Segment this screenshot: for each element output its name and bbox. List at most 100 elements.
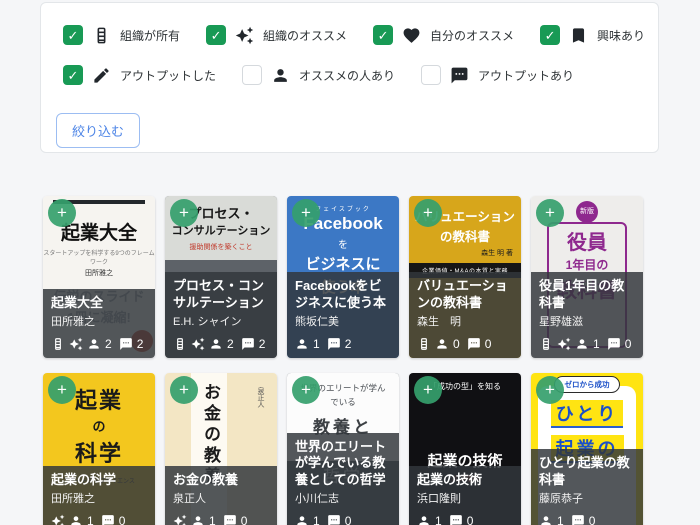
filter-label: 自分のオススメ xyxy=(430,27,514,44)
add-book-button[interactable]: + xyxy=(414,199,442,227)
person-icon xyxy=(435,337,449,351)
people-count: 1 xyxy=(593,338,600,350)
checkbox-org-owned[interactable] xyxy=(63,25,83,45)
cover-text: ひとり xyxy=(551,400,623,428)
person-icon xyxy=(209,337,223,351)
book-overlay: 世界のエリートが学んでいる教養としての哲学小川仁志10 xyxy=(287,433,399,525)
add-book-button[interactable]: + xyxy=(292,376,320,404)
filter-row-1: 組織が所有組織のオススメ自分のオススメ興味あり xyxy=(63,24,638,46)
checkbox-org-recommended[interactable] xyxy=(206,25,226,45)
filter-submit-button[interactable]: 絞り込む xyxy=(56,113,140,148)
add-book-button[interactable]: + xyxy=(536,376,564,404)
people-count: 1 xyxy=(557,515,564,525)
speech-icon xyxy=(327,514,341,525)
add-book-button[interactable]: + xyxy=(536,199,564,227)
sparkle-icon xyxy=(51,514,65,525)
cover-text: 1年目の xyxy=(531,256,643,273)
book-stats: 12 xyxy=(295,336,391,351)
sparkle-icon xyxy=(557,337,571,351)
filter-item-outputted[interactable]: アウトプットした xyxy=(63,65,216,85)
person-icon xyxy=(575,337,589,351)
book-card[interactable]: 世界のエリートが学んでいる教養と哲学+世界のエリートが学んでいる教養としての哲学… xyxy=(287,373,399,525)
people-count: 0 xyxy=(453,338,460,350)
add-book-button[interactable]: + xyxy=(48,376,76,404)
cover-text: 科学 xyxy=(43,436,155,468)
book-card[interactable]: ゼロから成功ひとり起業の+ひとり起業の教科書藤原恭子10 xyxy=(531,373,643,525)
book-card[interactable]: バリュエーションの教科書森生 明 著企業価値・M&Aの本質と実務+バリュエーショ… xyxy=(409,196,521,358)
checkbox-has-recommenders[interactable] xyxy=(242,65,262,85)
person-icon xyxy=(539,514,553,525)
book-title: バリュエーションの教科書 xyxy=(417,278,513,311)
book-title: 役員1年目の教科書 xyxy=(539,278,635,311)
book-card[interactable]: お金の教養泉正人+お金の教養泉正人10 xyxy=(165,373,277,525)
checkbox-my-recommended[interactable] xyxy=(373,25,393,45)
speech-icon xyxy=(101,514,115,525)
book-overlay: 起業の科学田所雅之10 xyxy=(43,466,155,525)
cover-text: を xyxy=(287,236,399,251)
filter-item-org-recommended[interactable]: 組織のオススメ xyxy=(206,25,347,45)
people-count: 1 xyxy=(313,515,320,525)
book-card[interactable]: 起業の科学スタートアップサイエンス+起業の科学田所雅之10 xyxy=(43,373,155,525)
book-author: 小川仁志 xyxy=(295,493,391,506)
book-title: Facebookをビジネスに使う本 xyxy=(295,278,391,311)
book-card[interactable]: 新版役員1年目の教科書+役員1年目の教科書星野雄滋10 xyxy=(531,196,643,358)
book-stats: 10 xyxy=(173,513,269,525)
book-author: 星野雄滋 xyxy=(539,316,635,329)
filter-item-org-owned[interactable]: 組織が所有 xyxy=(63,25,180,45)
book-author: 泉正人 xyxy=(173,493,269,506)
people-count: 2 xyxy=(105,338,112,350)
add-book-button[interactable]: + xyxy=(48,199,76,227)
cover-text: 新版 xyxy=(576,201,598,223)
cover-text: 泉正人 xyxy=(255,387,265,408)
filter-item-interested[interactable]: 興味あり xyxy=(540,25,645,45)
speech-icon xyxy=(327,337,341,351)
book-title: プロセス・コンサルテーション xyxy=(173,278,269,311)
filter-item-has-outputs[interactable]: アウトプットあり xyxy=(421,65,574,85)
book-overlay: 起業の技術浜口隆則10 xyxy=(409,466,521,525)
filter-item-my-recommended[interactable]: 自分のオススメ xyxy=(373,25,514,45)
speech-icon xyxy=(241,337,255,351)
add-book-button[interactable]: + xyxy=(170,376,198,404)
book-card[interactable]: フェイスブックFacebookをビジネスに使う本+Facebookをビジネスに使… xyxy=(287,196,399,358)
filter-panel: 組織が所有 組織のオススメ 自分のオススメ 興味あり アウトプットした オススメの人あり… xyxy=(40,2,659,153)
checkbox-has-outputs[interactable] xyxy=(421,65,441,85)
comments-count: 0 xyxy=(241,515,248,525)
book-title: 世界のエリートが学んでいる教養としての哲学 xyxy=(295,439,391,488)
comments-count: 0 xyxy=(345,515,352,525)
speech-icon xyxy=(607,337,621,351)
sparkle-icon xyxy=(191,337,205,351)
people-count: 2 xyxy=(227,338,234,350)
book-card[interactable]: 「成功の型」を知る起業の技術浜口隆則+起業の技術浜口隆則10 xyxy=(409,373,521,525)
speech-icon xyxy=(449,514,463,525)
heart-icon xyxy=(402,26,421,45)
add-book-button[interactable]: + xyxy=(170,199,198,227)
book-overlay: バリュエーションの教科書森生 明00 xyxy=(409,272,521,358)
add-book-button[interactable]: + xyxy=(292,199,320,227)
filter-row-2: アウトプットした オススメの人あり アウトプットあり xyxy=(63,64,638,86)
book-stats: 10 xyxy=(295,513,391,525)
book-stats: 10 xyxy=(417,513,513,525)
book-author: E.H. シャイン xyxy=(173,316,269,329)
book-title: 起業大全 xyxy=(51,295,147,311)
cover-text: ビジネスに xyxy=(287,253,399,274)
bookshelf-icon xyxy=(92,26,111,45)
filter-item-has-recommenders[interactable]: オススメの人あり xyxy=(242,65,395,85)
book-stats: 22 xyxy=(51,336,147,351)
sparkle-icon xyxy=(235,26,254,45)
comments-count: 0 xyxy=(625,338,632,350)
book-title: ひとり起業の教科書 xyxy=(539,455,635,488)
cover-text: 役員 xyxy=(531,226,643,255)
checkbox-outputted[interactable] xyxy=(63,65,83,85)
cover-text: スタートアップを科学する9つのフレームワーク xyxy=(43,248,155,266)
book-overlay: プロセス・コンサルテーションE.H. シャイン22 xyxy=(165,272,277,358)
book-card[interactable]: 起業大全スタートアップを科学する9つのフレームワーク田所雅之伝説のスライド1冊に… xyxy=(43,196,155,358)
add-book-button[interactable]: + xyxy=(414,376,442,404)
book-stats: 10 xyxy=(539,513,635,525)
bookshelf-icon xyxy=(417,337,431,351)
book-stats: 00 xyxy=(417,336,513,351)
checkbox-interested[interactable] xyxy=(540,25,560,45)
filter-label: オススメの人あり xyxy=(299,67,395,84)
cover-text: 田所雅之 xyxy=(43,268,155,278)
book-author: 田所雅之 xyxy=(51,316,147,329)
book-card[interactable]: プロセス・コンサルテーション援助関係を築くこと+プロセス・コンサルテーションE.… xyxy=(165,196,277,358)
